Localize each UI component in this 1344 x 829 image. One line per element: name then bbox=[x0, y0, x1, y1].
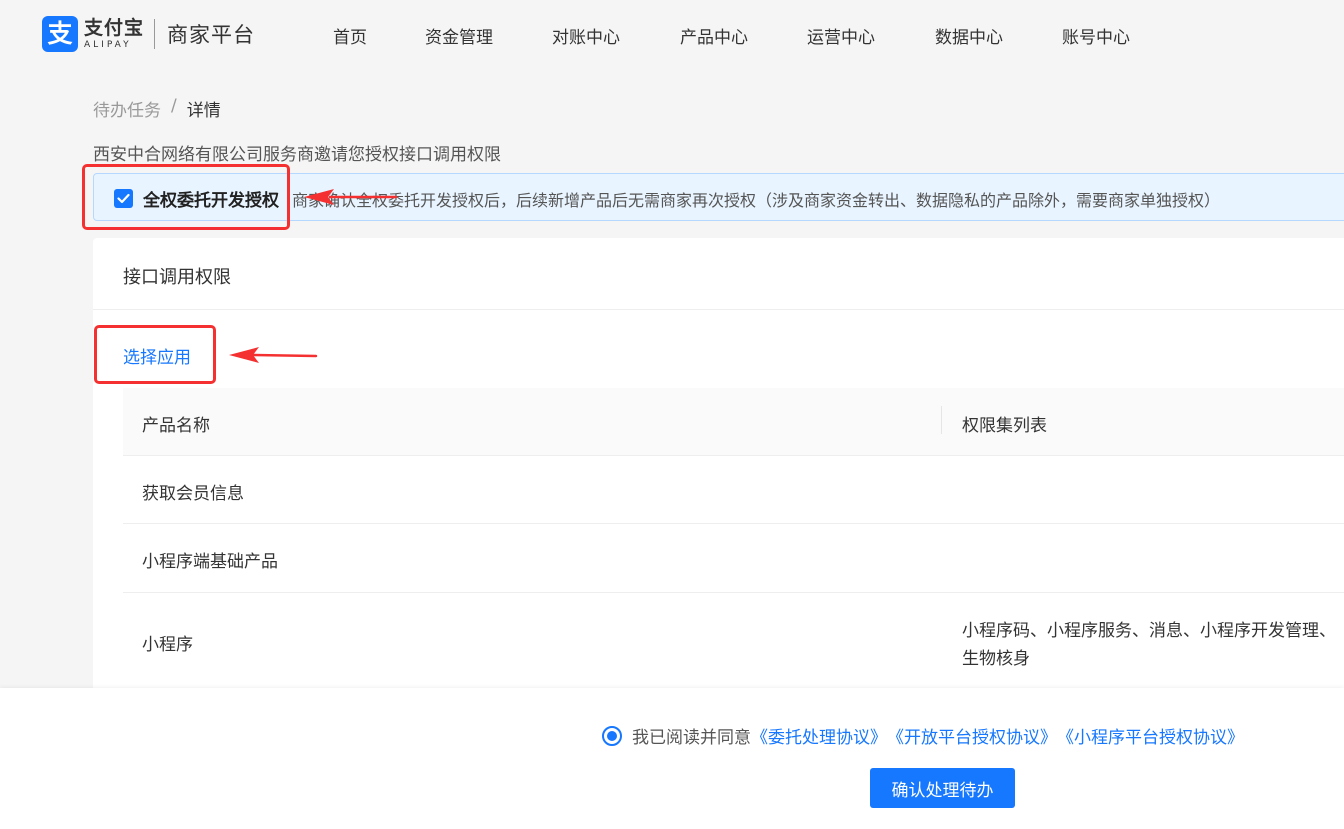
nav-item-account[interactable]: 账号中心 bbox=[1062, 23, 1130, 48]
interface-permission-card: 接口调用权限 选择应用 产品名称 权限集列表 获取会员信息 小程序端基础产品 小… bbox=[93, 238, 1344, 698]
nav-item-reconciliation[interactable]: 对账中心 bbox=[552, 23, 620, 48]
product-name: 小程序 bbox=[142, 635, 193, 655]
annotation-box-select-app bbox=[94, 325, 216, 384]
nav-item-funds[interactable]: 资金管理 bbox=[425, 23, 493, 48]
agree-radio[interactable] bbox=[602, 725, 622, 746]
footer-bar: 我已阅读并同意 《委托处理协议》 《开放平台授权协议》 《小程序平台授权协议》 … bbox=[0, 688, 1344, 829]
logo-divider bbox=[154, 19, 156, 49]
table-row: 获取会员信息 bbox=[123, 456, 1344, 524]
card-divider bbox=[93, 309, 1344, 310]
alipay-logo-glyph: 支 bbox=[47, 19, 73, 48]
breadcrumb-separator: / bbox=[171, 96, 177, 116]
product-name: 小程序端基础产品 bbox=[142, 552, 278, 572]
link-delegation-agreement[interactable]: 《委托处理协议》 bbox=[751, 723, 887, 748]
permission-list-line2: 生物核身 bbox=[962, 649, 1030, 669]
table-header: 产品名称 权限集列表 bbox=[123, 388, 1344, 456]
invite-text: 西安中合网络有限公司服务商邀请您授权接口调用权限 bbox=[93, 145, 501, 165]
logo-text: 支付宝 ALIPAY bbox=[84, 16, 144, 52]
product-name: 获取会员信息 bbox=[142, 484, 244, 504]
nav-item-data[interactable]: 数据中心 bbox=[935, 23, 1003, 48]
table-row: 小程序 小程序码、小程序服务、消息、小程序开发管理、 生物核身 bbox=[123, 593, 1344, 693]
alipay-logo-icon: 支 bbox=[42, 16, 78, 52]
nav-item-operations[interactable]: 运营中心 bbox=[807, 23, 875, 48]
annotation-arrow-icon bbox=[229, 347, 318, 363]
agreement-row: 我已阅读并同意 《委托处理协议》 《开放平台授权协议》 《小程序平台授权协议》 bbox=[602, 723, 1244, 748]
permission-list-line1: 小程序码、小程序服务、消息、小程序开发管理、 bbox=[962, 621, 1336, 641]
breadcrumb-current: 详情 bbox=[186, 101, 221, 121]
link-miniprogram-agreement[interactable]: 《小程序平台授权协议》 bbox=[1057, 723, 1244, 748]
alipay-logo[interactable]: 支 支付宝 ALIPAY 商家平台 bbox=[42, 16, 255, 52]
alert-description: 商家确认全权委托开发授权后，后续新增产品后无需商家再次授权（涉及商家资金转出、数… bbox=[292, 191, 1221, 210]
header-product-name: 产品名称 bbox=[142, 416, 210, 436]
agree-prefix: 我已阅读并同意 bbox=[632, 728, 751, 748]
platform-name: 商家平台 bbox=[167, 23, 256, 47]
table-row: 小程序端基础产品 bbox=[123, 524, 1344, 593]
breadcrumb-parent[interactable]: 待办任务 bbox=[93, 96, 161, 121]
annotation-arrow-icon bbox=[304, 189, 398, 205]
logo-en: ALIPAY bbox=[84, 39, 132, 50]
header-separator bbox=[941, 406, 942, 434]
permission-table: 产品名称 权限集列表 获取会员信息 小程序端基础产品 小程序 小程序码、小程序服… bbox=[123, 388, 1344, 693]
annotation-box-delegation bbox=[82, 164, 290, 230]
nav-item-products[interactable]: 产品中心 bbox=[680, 23, 748, 48]
breadcrumb: 待办任务 / 详情 bbox=[93, 96, 221, 121]
nav-item-home[interactable]: 首页 bbox=[333, 23, 367, 48]
card-title: 接口调用权限 bbox=[123, 267, 231, 288]
logo-cn: 支付宝 bbox=[84, 16, 145, 39]
link-open-platform-agreement[interactable]: 《开放平台授权协议》 bbox=[887, 723, 1057, 748]
confirm-todo-button[interactable]: 确认处理待办 bbox=[870, 768, 1015, 808]
header-permission-list: 权限集列表 bbox=[962, 416, 1047, 436]
top-header: 支 支付宝 ALIPAY 商家平台 首页 资金管理 对账中心 产品中心 运营中心… bbox=[0, 0, 1344, 72]
